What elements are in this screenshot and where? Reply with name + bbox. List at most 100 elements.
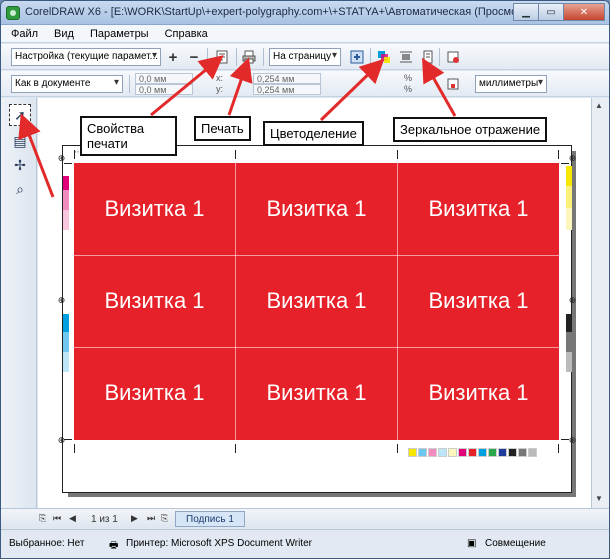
business-card: Визитка 1 (104, 380, 205, 405)
color-swatch (508, 448, 517, 457)
color-separation-icon[interactable] (375, 48, 393, 66)
full-screen-icon[interactable] (348, 48, 366, 66)
magenta-bar (63, 190, 69, 210)
color-swatch (458, 448, 467, 457)
yellow-bar (566, 208, 572, 230)
close-button[interactable]: ✕ (563, 3, 605, 21)
last-page-icon[interactable]: ⏭ (147, 513, 155, 524)
plus-icon[interactable]: + (164, 48, 182, 66)
menu-settings[interactable]: Параметры (90, 28, 149, 40)
toolbar-separator (236, 48, 237, 66)
pick-tool[interactable]: ➚ (9, 104, 31, 126)
business-card: Визитка 1 (428, 380, 529, 405)
color-swatch (498, 448, 507, 457)
crop-mark (558, 150, 559, 159)
position-y-field[interactable]: 0,0 мм (135, 84, 193, 95)
position-x-field[interactable]: 0,0 мм (135, 73, 193, 84)
color-swatch (518, 448, 527, 457)
toolbar-separator (263, 48, 264, 66)
page-shadow (572, 151, 576, 497)
add-page-icon[interactable]: ⎘ (161, 513, 168, 524)
cyan-bar (63, 314, 69, 332)
business-card-grid: Визитка 1 Визитка 1 Визитка 1 Визитка 1 … (74, 163, 559, 440)
percent-label: % (404, 84, 413, 94)
composite-icon: ▣ (467, 538, 477, 549)
units-dropdown[interactable]: миллиметры (475, 75, 547, 93)
preview-workspace: ▪ ▪ ▪ ▪ ▪ ▪ ▪ ▪ ▪ ▪ ⊕ ⊕ ⊕ ⊕ ⊕ ⊕ (38, 98, 593, 508)
window-controls: ▁ ▭ ✕ (513, 3, 605, 21)
business-card: Визитка 1 (428, 196, 529, 221)
scroll-down-icon[interactable]: ▼ (595, 494, 603, 503)
toolbar-separator (439, 48, 440, 66)
menu-help[interactable]: Справка (165, 28, 208, 40)
minimize-button[interactable]: ▁ (513, 3, 539, 21)
zoom-tool[interactable]: ⌕ (9, 178, 31, 200)
page-options-icon[interactable]: ⎘ (39, 513, 46, 524)
color-swatch (438, 448, 447, 457)
layout-toolbar: Как в документе 0,0 мм 0,0 мм x: y: 0,25… (1, 71, 609, 97)
printer-icon[interactable] (240, 48, 258, 66)
print-page: ▪ ▪ ▪ ▪ ▪ ▪ ▪ ▪ ▪ ▪ ⊕ ⊕ ⊕ ⊕ ⊕ ⊕ (58, 145, 576, 493)
color-swatch (478, 448, 487, 457)
mirror-icon[interactable] (419, 48, 437, 66)
magnifier-icon: ⌕ (16, 180, 24, 197)
minus-icon[interactable]: − (185, 48, 203, 66)
close-preview-icon[interactable] (444, 48, 462, 66)
business-card: Визитка 1 (266, 288, 367, 313)
crop-mark (397, 444, 398, 453)
printer-status: Принтер: Microsoft XPS Document Writer (126, 538, 312, 549)
registration-mark-icon: ⊕ (568, 435, 577, 445)
first-page-icon[interactable]: ⏮ (53, 513, 61, 524)
selection-status: Выбранное: Нет (9, 538, 85, 549)
height-field[interactable]: 0,254 мм (253, 84, 321, 95)
crop-mark (558, 444, 559, 453)
menu-view[interactable]: Вид (54, 28, 74, 40)
color-swatch (408, 448, 417, 457)
window-title: CorelDRAW X6 - [E:\WORK\StartUp\+expert-… (25, 6, 535, 18)
marks-placement-tool[interactable]: ✢ (9, 154, 31, 176)
arrow-cursor-icon: ➚ (14, 106, 26, 123)
printer-icon: 🖶 (109, 540, 119, 551)
print-preset-dropdown[interactable]: Настройка (текущие парамет... (11, 48, 161, 66)
width-field[interactable]: 0,254 мм (253, 73, 321, 84)
toolbar-separator (207, 48, 208, 66)
vertical-scrollbar[interactable]: ▲ ▼ (591, 98, 609, 508)
registration-mark-icon: ⊕ (568, 153, 577, 163)
prev-page-icon[interactable]: ◀ (69, 513, 76, 524)
yellow-bar (566, 186, 572, 208)
callout-print-properties: Свойства печати (80, 116, 177, 156)
crop-mark (235, 444, 236, 453)
callout-print: Печать (194, 116, 251, 141)
print-properties-icon[interactable] (213, 48, 231, 66)
maximize-icon: ▭ (546, 6, 556, 18)
page-tab[interactable]: Подпись 1 (175, 511, 245, 527)
toolbox: ➚ ▤ ✢ ⌕ (1, 98, 37, 508)
callout-mirror: Зеркальное отражение (393, 117, 548, 142)
magenta-bar (63, 176, 69, 190)
registration-mark-icon: ⊕ (57, 295, 66, 305)
lock-ratio-icon[interactable] (444, 75, 462, 93)
magenta-bar (63, 210, 69, 230)
maximize-button[interactable]: ▭ (538, 3, 564, 21)
app-window: CorelDRAW X6 - [E:\WORK\StartUp\+expert-… (0, 0, 610, 559)
zoom-dropdown[interactable]: На страницу (269, 48, 341, 66)
registration-mark-icon: ⊕ (57, 153, 66, 163)
color-swatch (428, 448, 437, 457)
layout-dropdown[interactable]: Как в документе (11, 75, 123, 93)
business-card: Визитка 1 (428, 288, 529, 313)
color-swatch (488, 448, 497, 457)
next-page-icon[interactable]: ▶ (131, 513, 138, 524)
x-label: x: (216, 73, 224, 83)
business-card: Визитка 1 (266, 380, 367, 405)
callout-color-separation: Цветоделение (263, 121, 364, 146)
page-navigation-bar: ⎘ ⏮ ◀ 1 из 1 ▶ ⏭ ⎘ Подпись 1 (1, 508, 609, 528)
invert-icon[interactable] (397, 48, 415, 66)
menu-bar: Файл Вид Параметры Справка (1, 25, 609, 43)
toolbar-separator (129, 75, 130, 93)
scroll-up-icon[interactable]: ▲ (595, 101, 603, 110)
cyan-bar (63, 332, 69, 352)
menu-file[interactable]: Файл (11, 28, 38, 40)
minimize-icon: ▁ (522, 6, 530, 18)
percent-label: % (404, 73, 413, 83)
imposition-tool[interactable]: ▤ (9, 130, 31, 152)
